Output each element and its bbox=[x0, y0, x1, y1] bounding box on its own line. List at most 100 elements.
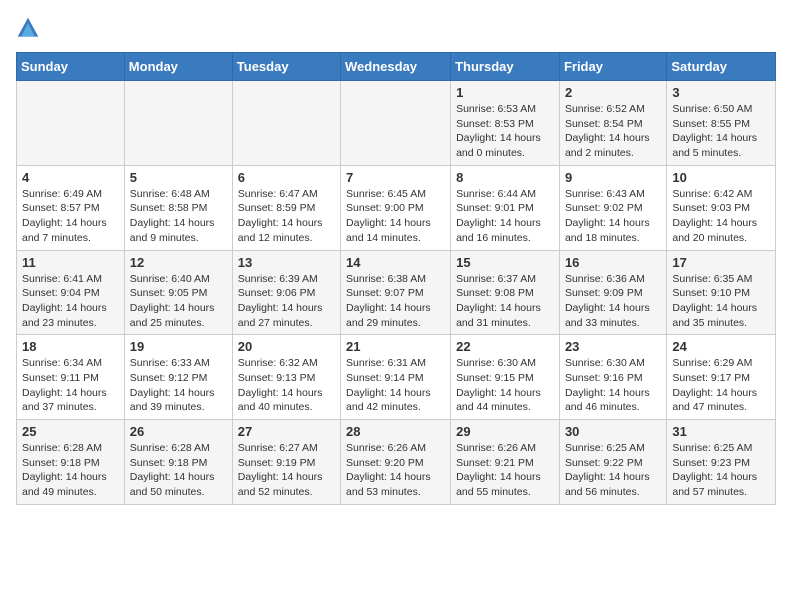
day-info: Sunrise: 6:42 AM Sunset: 9:03 PM Dayligh… bbox=[672, 187, 770, 246]
calendar-cell: 24 Sunrise: 6:29 AM Sunset: 9:17 PM Dayli… bbox=[667, 335, 776, 420]
calendar-week-4: 18 Sunrise: 6:34 AM Sunset: 9:11 PM Dayli… bbox=[17, 335, 776, 420]
day-number: 20 bbox=[238, 339, 335, 354]
day-info: Sunrise: 6:45 AM Sunset: 9:00 PM Dayligh… bbox=[346, 187, 445, 246]
calendar-cell: 9 Sunrise: 6:43 AM Sunset: 9:02 PM Daylig… bbox=[559, 165, 666, 250]
calendar-cell: 3 Sunrise: 6:50 AM Sunset: 8:55 PM Daylig… bbox=[667, 81, 776, 166]
calendar-cell: 11 Sunrise: 6:41 AM Sunset: 9:04 PM Dayli… bbox=[17, 250, 125, 335]
calendar-cell: 5 Sunrise: 6:48 AM Sunset: 8:58 PM Daylig… bbox=[124, 165, 232, 250]
day-info: Sunrise: 6:40 AM Sunset: 9:05 PM Dayligh… bbox=[130, 272, 227, 331]
header-tuesday: Tuesday bbox=[232, 53, 340, 81]
day-number: 22 bbox=[456, 339, 554, 354]
day-number: 24 bbox=[672, 339, 770, 354]
calendar-cell: 23 Sunrise: 6:30 AM Sunset: 9:16 PM Dayli… bbox=[559, 335, 666, 420]
day-number: 11 bbox=[22, 255, 119, 270]
logo bbox=[16, 16, 44, 40]
calendar-cell: 8Sunrise: 6:44 AM Sunset: 9:01 PM Daylig… bbox=[451, 165, 560, 250]
calendar-cell: 20 Sunrise: 6:32 AM Sunset: 9:13 PM Dayli… bbox=[232, 335, 340, 420]
day-info: Sunrise: 6:39 AM Sunset: 9:06 PM Dayligh… bbox=[238, 272, 335, 331]
day-info: Sunrise: 6:33 AM Sunset: 9:12 PM Dayligh… bbox=[130, 356, 227, 415]
calendar-cell: 10Sunrise: 6:42 AM Sunset: 9:03 PM Dayli… bbox=[667, 165, 776, 250]
day-info: Sunrise: 6:52 AM Sunset: 8:54 PM Dayligh… bbox=[565, 102, 661, 161]
calendar-cell: 26 Sunrise: 6:28 AM Sunset: 9:18 PM Dayli… bbox=[124, 420, 232, 505]
day-number: 16 bbox=[565, 255, 661, 270]
day-info: Sunrise: 6:44 AM Sunset: 9:01 PM Dayligh… bbox=[456, 187, 554, 246]
calendar-cell: 31Sunrise: 6:25 AM Sunset: 9:23 PM Dayli… bbox=[667, 420, 776, 505]
day-info: Sunrise: 6:49 AM Sunset: 8:57 PM Dayligh… bbox=[22, 187, 119, 246]
day-number: 25 bbox=[22, 424, 119, 439]
calendar-cell: 28 Sunrise: 6:26 AM Sunset: 9:20 PM Dayli… bbox=[341, 420, 451, 505]
header-sunday: Sunday bbox=[17, 53, 125, 81]
day-number: 17 bbox=[672, 255, 770, 270]
day-number: 5 bbox=[130, 170, 227, 185]
day-info: Sunrise: 6:35 AM Sunset: 9:10 PM Dayligh… bbox=[672, 272, 770, 331]
day-info: Sunrise: 6:30 AM Sunset: 9:15 PM Dayligh… bbox=[456, 356, 554, 415]
day-number: 15 bbox=[456, 255, 554, 270]
day-info: Sunrise: 6:26 AM Sunset: 9:20 PM Dayligh… bbox=[346, 441, 445, 500]
day-number: 26 bbox=[130, 424, 227, 439]
calendar-cell: 27Sunrise: 6:27 AM Sunset: 9:19 PM Dayli… bbox=[232, 420, 340, 505]
day-number: 3 bbox=[672, 85, 770, 100]
calendar-cell: 7 Sunrise: 6:45 AM Sunset: 9:00 PM Daylig… bbox=[341, 165, 451, 250]
day-info: Sunrise: 6:28 AM Sunset: 9:18 PM Dayligh… bbox=[130, 441, 227, 500]
header-thursday: Thursday bbox=[451, 53, 560, 81]
day-number: 30 bbox=[565, 424, 661, 439]
day-number: 29 bbox=[456, 424, 554, 439]
day-info: Sunrise: 6:25 AM Sunset: 9:23 PM Dayligh… bbox=[672, 441, 770, 500]
calendar-cell bbox=[341, 81, 451, 166]
day-info: Sunrise: 6:32 AM Sunset: 9:13 PM Dayligh… bbox=[238, 356, 335, 415]
calendar-cell: 1 Sunrise: 6:53 AM Sunset: 8:53 PM Daylig… bbox=[451, 81, 560, 166]
day-number: 21 bbox=[346, 339, 445, 354]
day-number: 23 bbox=[565, 339, 661, 354]
calendar-cell: 30Sunrise: 6:25 AM Sunset: 9:22 PM Dayli… bbox=[559, 420, 666, 505]
day-info: Sunrise: 6:34 AM Sunset: 9:11 PM Dayligh… bbox=[22, 356, 119, 415]
day-number: 4 bbox=[22, 170, 119, 185]
calendar-cell bbox=[232, 81, 340, 166]
day-number: 12 bbox=[130, 255, 227, 270]
calendar-cell: 22 Sunrise: 6:30 AM Sunset: 9:15 PM Dayli… bbox=[451, 335, 560, 420]
day-info: Sunrise: 6:27 AM Sunset: 9:19 PM Dayligh… bbox=[238, 441, 335, 500]
day-info: Sunrise: 6:30 AM Sunset: 9:16 PM Dayligh… bbox=[565, 356, 661, 415]
day-info: Sunrise: 6:47 AM Sunset: 8:59 PM Dayligh… bbox=[238, 187, 335, 246]
day-info: Sunrise: 6:26 AM Sunset: 9:21 PM Dayligh… bbox=[456, 441, 554, 500]
calendar-table: SundayMondayTuesdayWednesdayThursdayFrid… bbox=[16, 52, 776, 505]
day-info: Sunrise: 6:28 AM Sunset: 9:18 PM Dayligh… bbox=[22, 441, 119, 500]
calendar-cell bbox=[124, 81, 232, 166]
page-header bbox=[16, 16, 776, 40]
day-number: 14 bbox=[346, 255, 445, 270]
day-info: Sunrise: 6:43 AM Sunset: 9:02 PM Dayligh… bbox=[565, 187, 661, 246]
day-info: Sunrise: 6:38 AM Sunset: 9:07 PM Dayligh… bbox=[346, 272, 445, 331]
calendar-cell: 12 Sunrise: 6:40 AM Sunset: 9:05 PM Dayli… bbox=[124, 250, 232, 335]
calendar-cell: 18 Sunrise: 6:34 AM Sunset: 9:11 PM Dayli… bbox=[17, 335, 125, 420]
day-info: Sunrise: 6:36 AM Sunset: 9:09 PM Dayligh… bbox=[565, 272, 661, 331]
day-number: 18 bbox=[22, 339, 119, 354]
day-number: 9 bbox=[565, 170, 661, 185]
day-info: Sunrise: 6:37 AM Sunset: 9:08 PM Dayligh… bbox=[456, 272, 554, 331]
day-number: 6 bbox=[238, 170, 335, 185]
day-number: 2 bbox=[565, 85, 661, 100]
calendar-cell: 13Sunrise: 6:39 AM Sunset: 9:06 PM Dayli… bbox=[232, 250, 340, 335]
calendar-cell: 25 Sunrise: 6:28 AM Sunset: 9:18 PM Dayli… bbox=[17, 420, 125, 505]
calendar-week-1: 1 Sunrise: 6:53 AM Sunset: 8:53 PM Daylig… bbox=[17, 81, 776, 166]
calendar-cell: 14 Sunrise: 6:38 AM Sunset: 9:07 PM Dayli… bbox=[341, 250, 451, 335]
day-info: Sunrise: 6:53 AM Sunset: 8:53 PM Dayligh… bbox=[456, 102, 554, 161]
day-info: Sunrise: 6:41 AM Sunset: 9:04 PM Dayligh… bbox=[22, 272, 119, 331]
calendar-cell: 19Sunrise: 6:33 AM Sunset: 9:12 PM Dayli… bbox=[124, 335, 232, 420]
header-monday: Monday bbox=[124, 53, 232, 81]
calendar-cell: 29 Sunrise: 6:26 AM Sunset: 9:21 PM Dayli… bbox=[451, 420, 560, 505]
day-info: Sunrise: 6:48 AM Sunset: 8:58 PM Dayligh… bbox=[130, 187, 227, 246]
day-number: 28 bbox=[346, 424, 445, 439]
day-number: 1 bbox=[456, 85, 554, 100]
header-saturday: Saturday bbox=[667, 53, 776, 81]
logo-icon bbox=[16, 16, 40, 40]
calendar-cell: 6 Sunrise: 6:47 AM Sunset: 8:59 PM Daylig… bbox=[232, 165, 340, 250]
header-wednesday: Wednesday bbox=[341, 53, 451, 81]
calendar-cell: 2 Sunrise: 6:52 AM Sunset: 8:54 PM Daylig… bbox=[559, 81, 666, 166]
day-number: 7 bbox=[346, 170, 445, 185]
calendar-cell: 17 Sunrise: 6:35 AM Sunset: 9:10 PM Dayli… bbox=[667, 250, 776, 335]
header-friday: Friday bbox=[559, 53, 666, 81]
calendar-cell bbox=[17, 81, 125, 166]
calendar-cell: 21Sunrise: 6:31 AM Sunset: 9:14 PM Dayli… bbox=[341, 335, 451, 420]
day-info: Sunrise: 6:50 AM Sunset: 8:55 PM Dayligh… bbox=[672, 102, 770, 161]
calendar-week-5: 25 Sunrise: 6:28 AM Sunset: 9:18 PM Dayli… bbox=[17, 420, 776, 505]
day-info: Sunrise: 6:29 AM Sunset: 9:17 PM Dayligh… bbox=[672, 356, 770, 415]
